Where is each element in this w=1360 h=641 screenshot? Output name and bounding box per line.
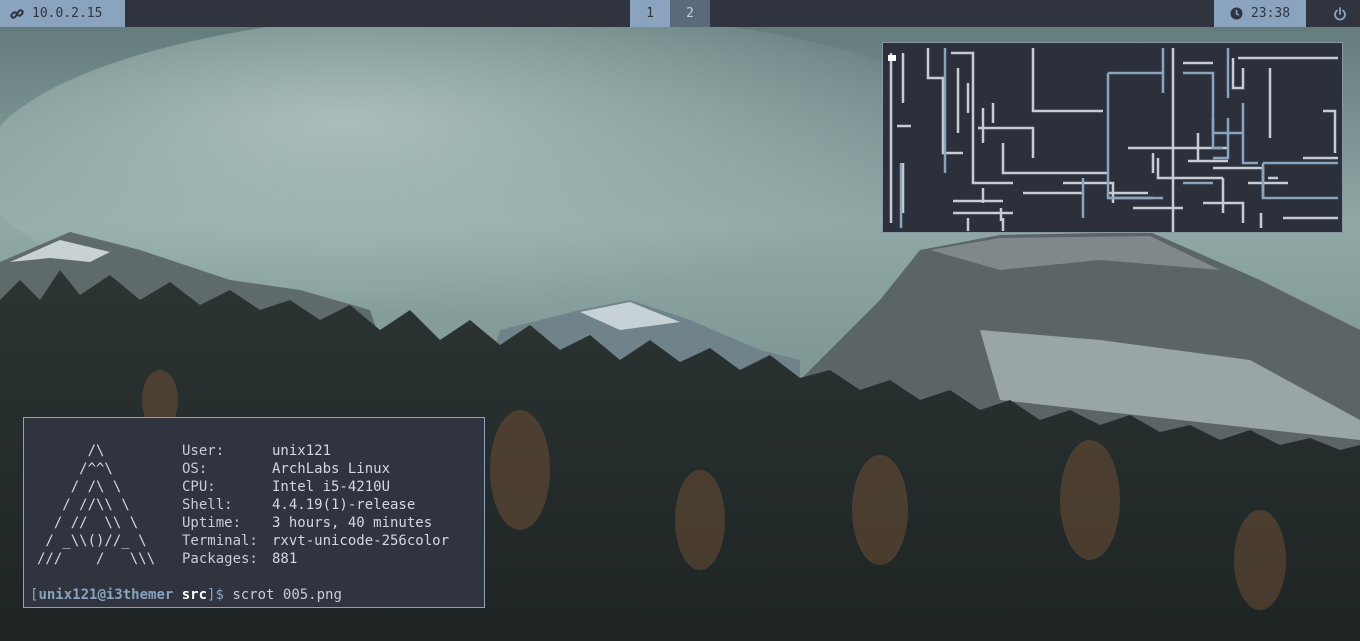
clock-time: 23:38	[1250, 6, 1291, 21]
prompt-user-host: unix121@i3themer	[38, 587, 174, 603]
top-status-bar: 10.0.2.15 1 2 23:38	[0, 0, 1360, 27]
pipes-animation	[888, 48, 1338, 232]
prompt-command: scrot 005.png	[232, 587, 342, 603]
info-row-packages: Packages: 881	[182, 550, 449, 568]
info-value: ArchLabs Linux	[272, 461, 391, 477]
info-row-user: User: unix121	[182, 442, 449, 460]
info-value: 4.4.19(1)-release	[272, 497, 416, 513]
ip-address-text: 10.0.2.15	[32, 6, 103, 21]
info-key: Shell:	[182, 497, 233, 513]
shell-prompt-line[interactable]: [unix121@i3themer src]$ scrot 005.png	[30, 586, 342, 604]
workspace-2-button[interactable]: 2	[670, 0, 710, 27]
terminal-window[interactable]: /\ /^^\ / /\ \ / //\\ \ / // \\ \ / _\\(…	[23, 417, 485, 608]
workspace-label: 2	[686, 6, 694, 21]
info-value: rxvt-unicode-256color	[272, 533, 450, 549]
info-key: OS:	[182, 461, 208, 477]
info-key: Packages:	[182, 551, 258, 567]
info-row-os: OS: ArchLabs Linux	[182, 460, 449, 478]
info-row-uptime: Uptime: 3 hours, 40 minutes	[182, 514, 449, 532]
info-row-terminal: Terminal: rxvt-unicode-256color	[182, 532, 449, 550]
prompt-directory: src	[181, 587, 208, 603]
pipes-screensaver-window[interactable]	[882, 42, 1343, 233]
info-value: unix121	[272, 443, 332, 459]
info-row-shell: Shell: 4.4.19(1)-release	[182, 496, 449, 514]
info-key: User:	[182, 443, 225, 459]
info-key: Uptime:	[182, 515, 242, 531]
workspace-1-button[interactable]: 1	[630, 0, 670, 27]
system-info: User: unix121 OS: ArchLabs Linux CPU: In…	[182, 442, 449, 568]
info-row-cpu: CPU: Intel i5-4210U	[182, 478, 449, 496]
info-value: 881	[272, 551, 298, 567]
ip-address-block[interactable]: 10.0.2.15	[0, 0, 125, 27]
info-key: Terminal:	[182, 533, 258, 549]
prompt-bracket-close: ]$	[207, 587, 233, 603]
link-icon	[10, 7, 24, 21]
power-button[interactable]	[1320, 0, 1360, 27]
info-value: 3 hours, 40 minutes	[272, 515, 433, 531]
workspace-label: 1	[646, 6, 654, 21]
info-key: CPU:	[182, 479, 216, 495]
clock-icon	[1230, 7, 1243, 20]
info-value: Intel i5-4210U	[272, 479, 391, 495]
clock-block[interactable]: 23:38	[1214, 0, 1306, 27]
archlabs-ascii-logo: /\ /^^\ / /\ \ / //\\ \ / // \\ \ / _\\(…	[37, 443, 156, 567]
power-icon	[1333, 6, 1347, 21]
